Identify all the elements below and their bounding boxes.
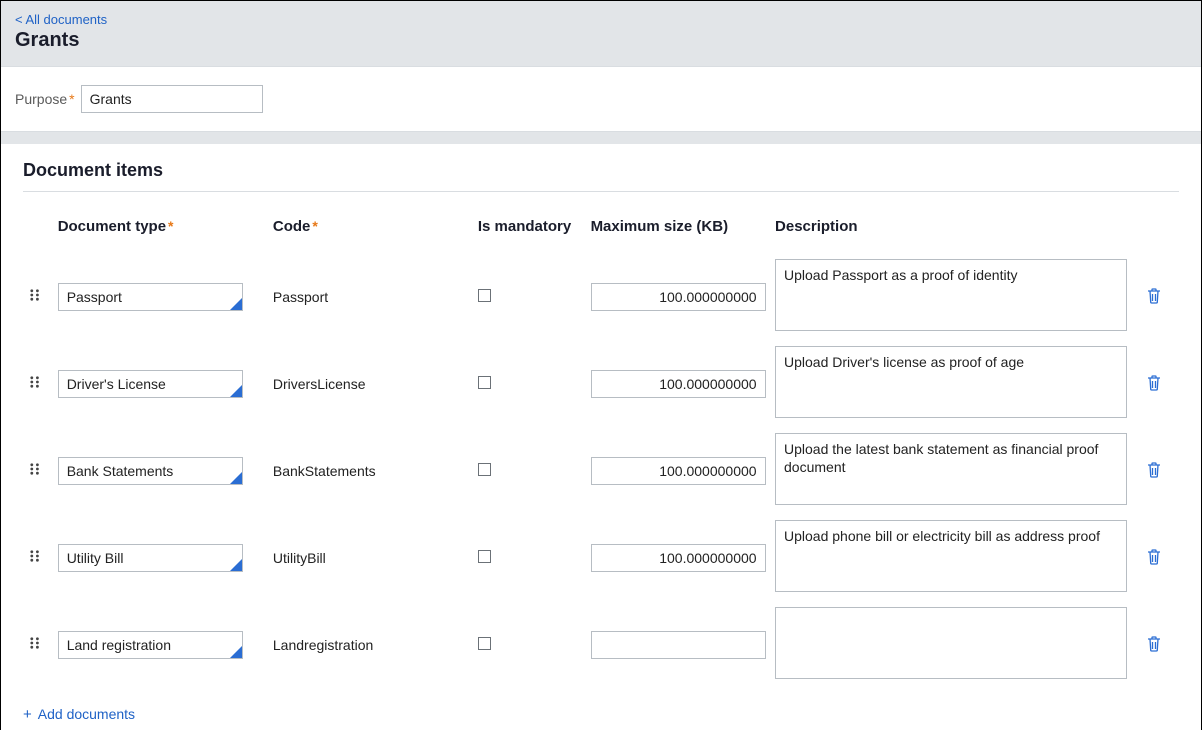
description-textarea[interactable] [775, 433, 1127, 505]
page-title: Grants [15, 29, 1187, 52]
delete-row-button[interactable] [1144, 286, 1164, 306]
document-type-input[interactable] [58, 457, 243, 485]
document-type-combo[interactable] [58, 457, 243, 485]
divider-band [1, 132, 1201, 144]
document-items-table: Document type* Code* Is mandatory Maximu… [23, 214, 1179, 688]
delete-row-button[interactable] [1144, 460, 1164, 480]
code-text: DriversLicense [273, 376, 366, 392]
max-size-input[interactable] [591, 544, 766, 572]
document-type-combo[interactable] [58, 631, 243, 659]
document-type-combo[interactable] [58, 283, 243, 311]
description-textarea[interactable] [775, 607, 1127, 679]
purpose-section: Purpose* [1, 66, 1201, 132]
delete-row-button[interactable] [1144, 547, 1164, 567]
document-type-input[interactable] [58, 370, 243, 398]
document-items-title: Document items [23, 160, 1179, 191]
code-text: Passport [273, 289, 328, 305]
drag-handle-icon[interactable] [29, 288, 45, 304]
document-type-input[interactable] [58, 544, 243, 572]
is-mandatory-checkbox[interactable] [478, 289, 491, 302]
drag-handle-icon[interactable] [29, 462, 45, 478]
max-size-input[interactable] [591, 457, 766, 485]
add-documents-label: Add documents [38, 706, 135, 722]
table-row: Landregistration [23, 601, 1179, 688]
required-star-icon: * [312, 218, 317, 234]
col-header-is-mandatory: Is mandatory [472, 214, 585, 253]
document-type-input[interactable] [58, 283, 243, 311]
table-row: BankStatements [23, 427, 1179, 514]
add-documents-button[interactable]: + Add documents [23, 706, 1179, 722]
app-frame: < All documents Grants Purpose* Document… [0, 0, 1202, 730]
document-type-combo[interactable] [58, 544, 243, 572]
code-text: UtilityBill [273, 550, 326, 566]
drag-handle-icon[interactable] [29, 375, 45, 391]
max-size-input[interactable] [591, 631, 766, 659]
col-header-description: Description [769, 214, 1138, 253]
description-textarea[interactable] [775, 520, 1127, 592]
purpose-input[interactable] [81, 85, 263, 113]
col-header-code: Code* [267, 214, 472, 253]
is-mandatory-checkbox[interactable] [478, 463, 491, 476]
drag-handle-icon[interactable] [29, 549, 45, 565]
table-row: DriversLicense [23, 340, 1179, 427]
document-type-input[interactable] [58, 631, 243, 659]
is-mandatory-checkbox[interactable] [478, 376, 491, 389]
plus-icon: + [23, 707, 32, 722]
delete-row-button[interactable] [1144, 634, 1164, 654]
back-link[interactable]: < All documents [15, 12, 107, 27]
is-mandatory-checkbox[interactable] [478, 550, 491, 563]
document-items-panel: Document items Document type* Code* Is m… [1, 144, 1201, 742]
max-size-input[interactable] [591, 283, 766, 311]
col-header-document-type: Document type* [52, 214, 267, 253]
drag-handle-icon[interactable] [29, 636, 45, 652]
is-mandatory-checkbox[interactable] [478, 637, 491, 650]
required-star-icon: * [168, 218, 173, 234]
document-type-combo[interactable] [58, 370, 243, 398]
page-header: < All documents Grants [1, 1, 1201, 66]
table-row: Passport [23, 253, 1179, 340]
description-textarea[interactable] [775, 346, 1127, 418]
code-text: BankStatements [273, 463, 376, 479]
divider [23, 191, 1179, 192]
description-textarea[interactable] [775, 259, 1127, 331]
table-row: UtilityBill [23, 514, 1179, 601]
col-header-max-size: Maximum size (KB) [585, 214, 769, 253]
code-text: Landregistration [273, 637, 373, 653]
purpose-label: Purpose* [15, 91, 75, 107]
delete-row-button[interactable] [1144, 373, 1164, 393]
max-size-input[interactable] [591, 370, 766, 398]
required-star-icon: * [69, 91, 74, 107]
